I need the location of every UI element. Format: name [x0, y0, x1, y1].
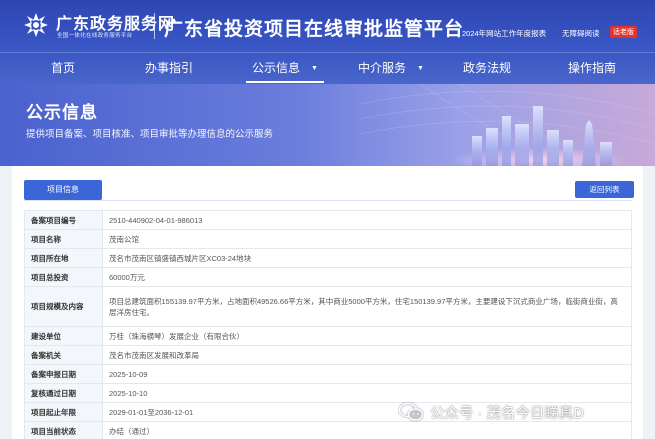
field-value: 2025-10-10 [102, 383, 632, 403]
field-value: 茂名市茂南区镇盛镇西城片区XC03-24地块 [102, 248, 632, 268]
nav-item-label: 政务法规 [463, 61, 512, 75]
banner-subtitle: 提供项目备案、项目核准、项目审批等办理信息的公示服务 [26, 129, 274, 140]
table-row: 项目规模及内容 项目总建筑面积155139.97平方米，占地面积49526.66… [24, 286, 632, 327]
elder-mode-button[interactable]: 适老版 [610, 26, 637, 38]
field-value: 万桂（珠海横琴）发展企业（有限合伙） [102, 326, 632, 346]
wechat-icon [398, 402, 424, 421]
accessible-reading-link[interactable]: 无障碍阅读 [562, 28, 600, 39]
portal-tagline: 全国一体化在线政务服务平台 [57, 33, 133, 39]
header-divider [154, 13, 155, 39]
top-header: 广东政务服务网 全国一体化在线政务服务平台 广东省投资项目在线审批监管平台 20… [0, 0, 655, 52]
banner-title: 公示信息 [26, 103, 98, 122]
table-row: 复核通过日期 2025-10-10 [24, 383, 632, 403]
nav-item-manual[interactable]: 操作指南 [568, 53, 616, 85]
field-label: 备案申报日期 [24, 364, 103, 384]
page-banner: 公示信息 提供项目备案、项目核准、项目审批等办理信息的公示服务 [0, 84, 655, 166]
nav-item-label: 首页 [51, 61, 76, 75]
field-value: 项目总建筑面积155139.97平方米，占地面积49526.66平方米，其中商业… [102, 286, 632, 327]
watermark-text: 公众号 · 茂名今日睇真D [430, 405, 584, 422]
table-row: 项目当前状态 办结（通过） [24, 421, 632, 439]
field-value: 办结（通过） [102, 421, 632, 439]
field-value: 2510-440902-04-01-986013 [102, 210, 632, 230]
field-value: 2025-10-09 [102, 364, 632, 384]
table-row: 备案申报日期 2025-10-09 [24, 364, 632, 384]
field-label: 项目起止年限 [24, 402, 103, 422]
nav-item-label: 操作指南 [568, 61, 617, 75]
nav-item-guide[interactable]: 办事指引 [145, 53, 193, 85]
back-to-list-button[interactable]: 返回列表 [575, 181, 634, 198]
field-label: 项目规模及内容 [24, 286, 103, 327]
nav-item-label: 公示信息 [252, 61, 301, 75]
nav-item-home[interactable]: 首页 [51, 53, 75, 85]
chevron-down-icon: ▼ [311, 65, 318, 72]
field-label: 项目所在地 [24, 248, 103, 268]
field-label: 项目当前状态 [24, 421, 103, 439]
table-row: 备案机关 茂名市茂南区发展和改革局 [24, 345, 632, 365]
tab-underline [24, 200, 632, 201]
field-label: 项目名称 [24, 229, 103, 249]
field-label: 项目总投资 [24, 267, 103, 287]
city-skyline-illustration [360, 84, 655, 166]
table-row: 项目总投资 60000万元 [24, 267, 632, 287]
field-value: 60000万元 [102, 267, 632, 287]
field-value: 茂名市茂南区发展和改革局 [102, 345, 632, 365]
annual-report-link[interactable]: 2024年网站工作年度报表 [462, 28, 546, 39]
nav-item-label: 中介服务 [358, 61, 407, 75]
main-nav: 首页 办事指引 公示信息 ▼ 中介服务 ▼ 政务法规 操作指南 [0, 52, 655, 84]
field-label: 备案机关 [24, 345, 103, 365]
nav-item-public-info[interactable]: 公示信息 ▼ [246, 53, 324, 85]
table-row: 建设单位 万桂（珠海横琴）发展企业（有限合伙） [24, 326, 632, 346]
nav-item-regulations[interactable]: 政务法规 [463, 53, 511, 85]
platform-title[interactable]: 广东省投资项目在线审批监管平台 [164, 14, 464, 41]
table-row: 备案项目编号 2510-440902-04-01-986013 [24, 210, 632, 230]
field-label: 备案项目编号 [24, 210, 103, 230]
chevron-down-icon: ▼ [417, 65, 424, 72]
nav-item-agency-service[interactable]: 中介服务 ▼ [358, 53, 424, 85]
wechat-watermark: 公众号 · 茂名今日睇真D [398, 401, 584, 423]
guangdong-gov-logo-icon[interactable] [22, 11, 50, 39]
project-info-panel: 项目信息 返回列表 备案项目编号 2510-440902-04-01-98601… [12, 166, 643, 439]
field-label: 建设单位 [24, 326, 103, 346]
nav-item-label: 办事指引 [145, 61, 194, 75]
tab-project-info[interactable]: 项目信息 [24, 180, 102, 200]
field-value: 茂南公馆 [102, 229, 632, 249]
field-label: 复核通过日期 [24, 383, 103, 403]
table-row: 项目所在地 茂名市茂南区镇盛镇西城片区XC03-24地块 [24, 248, 632, 268]
table-row: 项目名称 茂南公馆 [24, 229, 632, 249]
